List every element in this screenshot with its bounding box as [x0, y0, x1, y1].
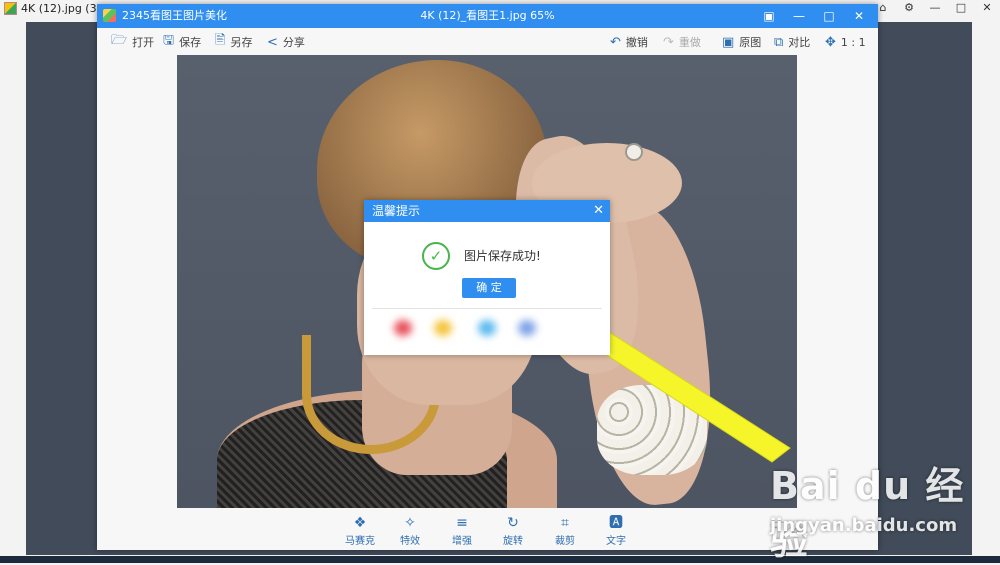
confirm-button[interactable]: 确 定: [462, 278, 516, 298]
dialog-title: 温馨提示: [372, 204, 421, 218]
ad-icon-4[interactable]: [518, 320, 536, 336]
watermark-brand: Bai du 经验: [770, 464, 965, 563]
ad-icon-2[interactable]: [434, 320, 452, 336]
dialog-divider: [372, 308, 602, 309]
dialog-message: 图片保存成功!: [464, 249, 541, 263]
save-success-dialog: 温馨提示 ✕ ✓ 图片保存成功! 确 定: [364, 200, 610, 355]
ad-icon-1[interactable]: [394, 320, 412, 336]
dialog-header: 温馨提示 ✕: [364, 200, 610, 222]
dialog-close-icon[interactable]: ✕: [593, 200, 604, 222]
baidu-watermark: Bai du 经验 jingyan.baidu.com: [764, 455, 994, 563]
ad-icon-3[interactable]: [478, 320, 496, 336]
watermark-url: jingyan.baidu.com: [770, 515, 958, 536]
success-check-icon: ✓: [422, 242, 450, 270]
